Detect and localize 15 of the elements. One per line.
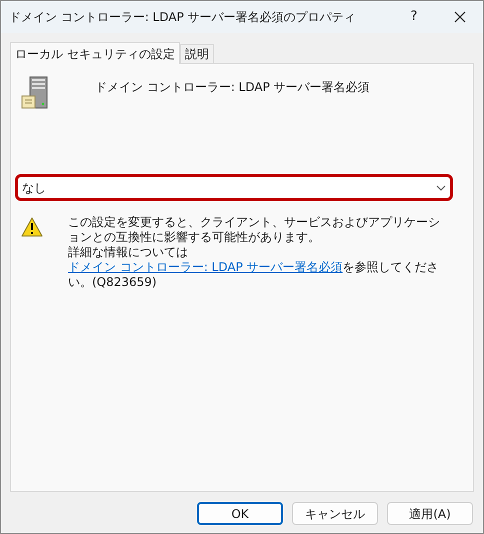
dialog-button[interactable]: キャンセル	[292, 502, 378, 525]
info-text: 詳細な情報については ドメイン コントローラー: LDAP サーバー署名必須を参照してください。(Q823659)	[68, 245, 440, 290]
policy-name: ドメイン コントローラー: LDAP サーバー署名必須	[95, 79, 370, 96]
policy-link[interactable]: ドメイン コントローラー: LDAP サーバー署名必須	[68, 260, 343, 274]
tab[interactable]: ローカル セキュリティの設定	[10, 42, 180, 64]
tab[interactable]: 説明	[180, 44, 214, 63]
help-button[interactable]: ?	[391, 1, 437, 33]
window-title: ドメイン コントローラー: LDAP サーバー署名必須のプロパティ	[9, 9, 357, 26]
dialog-button[interactable]: 適用(A)	[387, 502, 473, 525]
chevron-down-icon	[436, 184, 446, 190]
close-icon	[454, 11, 466, 23]
warning-text: この設定を変更すると、クライアント、サービスおよびアプリケーションとの互換性に影響する可能性があります。	[68, 215, 440, 245]
dialog-button[interactable]: OK	[197, 502, 283, 525]
dropdown[interactable]: なし	[15, 174, 453, 201]
warning-icon	[21, 217, 43, 237]
